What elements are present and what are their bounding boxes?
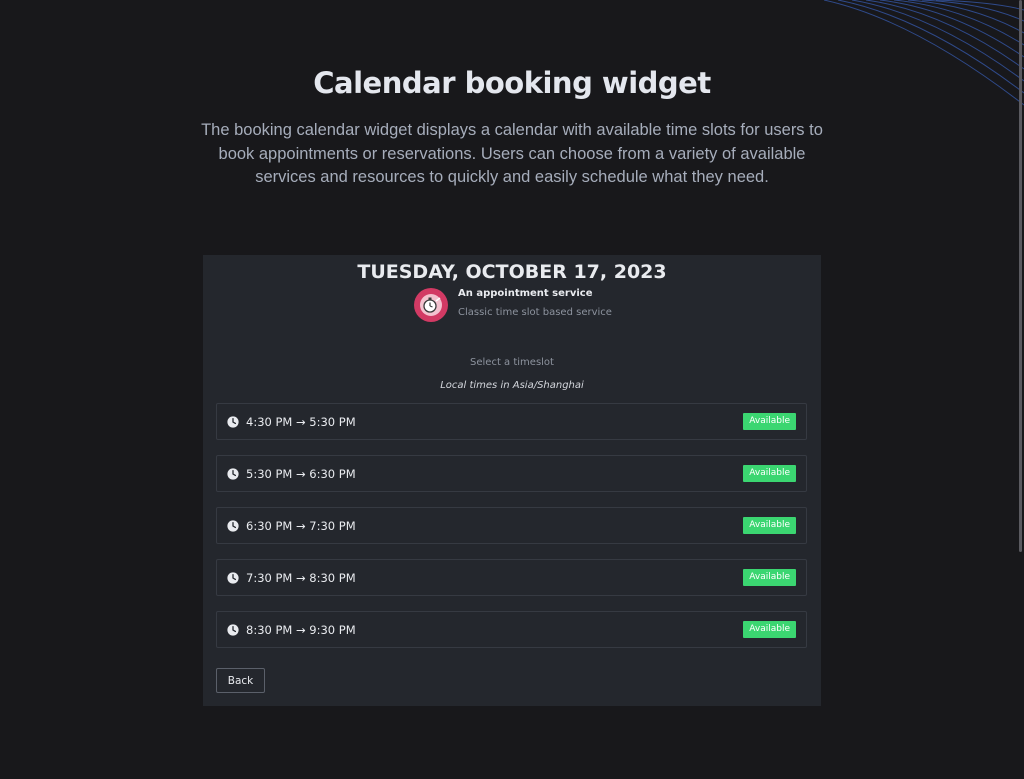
booking-widget: TUESDAY, OCTOBER 17, 2023 An appointment… bbox=[203, 255, 821, 706]
clock-icon bbox=[227, 572, 239, 584]
timeslot-option[interactable]: 7:30 PM → 8:30 PM Available bbox=[216, 559, 807, 596]
date-heading: TUESDAY, OCTOBER 17, 2023 bbox=[357, 261, 667, 283]
service-avatar bbox=[414, 288, 448, 322]
page-description: The booking calendar widget displays a c… bbox=[201, 121, 823, 186]
service-subtitle: Classic time slot based service bbox=[458, 306, 612, 318]
availability-badge: Available bbox=[743, 621, 796, 638]
timeslot-time: 4:30 PM → 5:30 PM bbox=[246, 415, 356, 429]
availability-badge: Available bbox=[743, 569, 796, 586]
service-text: An appointment service Classic time slot… bbox=[458, 287, 612, 320]
service-info: An appointment service Classic time slot… bbox=[414, 288, 612, 322]
timeslot-time: 7:30 PM → 8:30 PM bbox=[246, 571, 356, 585]
timeslot-option[interactable]: 4:30 PM → 5:30 PM Available bbox=[216, 403, 807, 440]
clock-icon bbox=[227, 468, 239, 480]
timeslot-time: 6:30 PM → 7:30 PM bbox=[246, 519, 356, 533]
timeslot-option[interactable]: 6:30 PM → 7:30 PM Available bbox=[216, 507, 807, 544]
back-button[interactable]: Back bbox=[216, 668, 265, 693]
timeslot-option[interactable]: 5:30 PM → 6:30 PM Available bbox=[216, 455, 807, 492]
stopwatch-icon bbox=[420, 294, 442, 316]
select-timeslot-label: Select a timeslot bbox=[470, 357, 554, 368]
page: Calendar booking widget The booking cale… bbox=[0, 0, 1024, 779]
timeslot-option[interactable]: 8:30 PM → 9:30 PM Available bbox=[216, 611, 807, 648]
timeslot-time: 8:30 PM → 9:30 PM bbox=[246, 623, 356, 637]
page-title: Calendar booking widget bbox=[313, 66, 711, 100]
timeslot-time: 5:30 PM → 6:30 PM bbox=[246, 467, 356, 481]
availability-badge: Available bbox=[743, 517, 796, 534]
availability-badge: Available bbox=[743, 465, 796, 482]
availability-badge: Available bbox=[743, 413, 796, 430]
clock-icon bbox=[227, 624, 239, 636]
service-name: An appointment service bbox=[458, 287, 593, 299]
timezone-label: Local times in Asia/Shanghai bbox=[440, 380, 584, 391]
clock-icon bbox=[227, 416, 239, 428]
clock-icon bbox=[227, 520, 239, 532]
